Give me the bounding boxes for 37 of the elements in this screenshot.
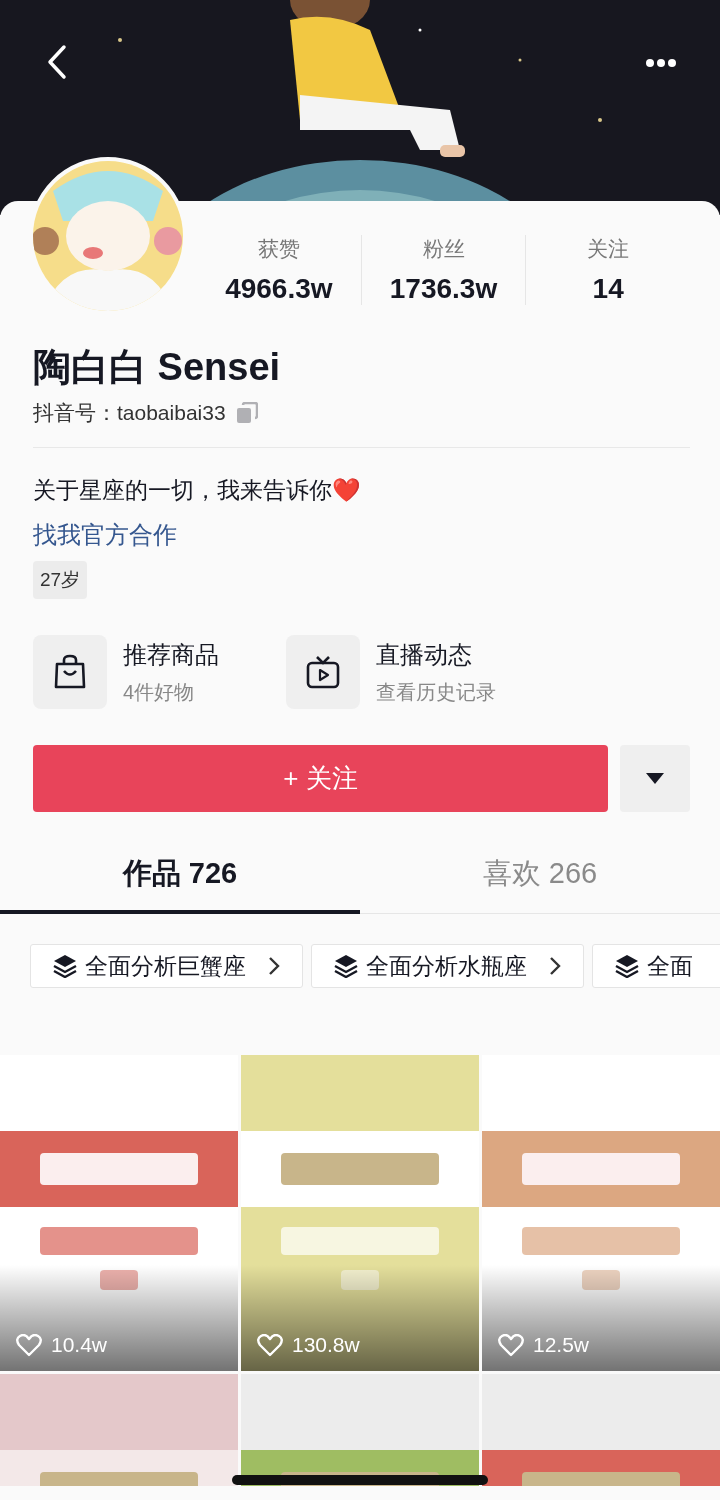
account-id: 抖音号：taobaibai33 [33, 399, 226, 426]
layers-icon [53, 954, 77, 979]
chevron-icon [268, 956, 280, 977]
stat-label: 获赞 [257, 236, 300, 262]
follow-button[interactable]: + 关注 [33, 745, 608, 813]
tv-icon [306, 655, 340, 690]
stat-value[interactable]: 1736.3w [389, 273, 498, 305]
stat-value[interactable]: 4966.3w [225, 273, 333, 305]
collection-chip[interactable]: 全面分析巨蟹座 [30, 944, 303, 989]
age-tag: 27岁 [33, 561, 88, 600]
stat-label: 粉丝 [422, 236, 465, 262]
dropdown-button[interactable] [620, 745, 690, 813]
heart-icon [16, 1334, 42, 1357]
layers-icon [334, 954, 358, 979]
service-subtitle: 查看历史记录 [376, 680, 496, 705]
stat-label: 关注 [587, 236, 630, 262]
like-count: 10.4w [51, 1333, 108, 1358]
chevron-icon [549, 956, 561, 977]
layers-icon [615, 954, 639, 979]
like-count: 130.8w [292, 1333, 360, 1358]
stat-value[interactable]: 14 [592, 273, 624, 305]
cooperation-link[interactable]: 找我官方合作 [33, 519, 177, 552]
caret-icon [646, 773, 664, 785]
bio-text: 关于星座的一切，我来告诉你❤ [33, 475, 362, 505]
collection-chip[interactable]: 全面分析水瓶座 [311, 944, 584, 989]
service-title: 推荐商品 [123, 640, 219, 670]
heart-icon [498, 1334, 524, 1357]
service-entry[interactable]: 推荐商品 4件好物 [33, 635, 286, 710]
tab[interactable]: 作品 726 [0, 838, 360, 915]
service-title: 直播动态 [376, 640, 473, 670]
heart-icon [257, 1334, 283, 1357]
shopping-bag-icon [53, 654, 87, 691]
collection-chip[interactable]: 全面 [592, 944, 720, 989]
service-subtitle: 4件好物 [123, 680, 196, 705]
service-entry[interactable]: 直播动态 查看历史记录 [286, 635, 539, 710]
like-count: 12.5w [533, 1333, 590, 1358]
profile-name: 陶白白 Sensei [33, 345, 282, 390]
